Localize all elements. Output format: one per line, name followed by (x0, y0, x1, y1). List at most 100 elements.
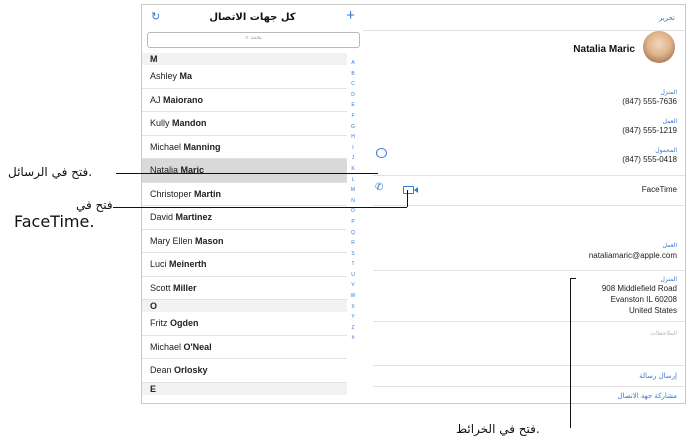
list-item[interactable]: Mary Ellen Mason (142, 230, 347, 253)
video-camera-icon[interactable] (403, 186, 418, 194)
index-letter[interactable]: X (347, 302, 359, 313)
list-item[interactable]: Ashley Ma (142, 65, 347, 89)
message-icon[interactable] (376, 148, 387, 158)
address-line-2[interactable]: Evanston IL 60208 (611, 295, 677, 304)
facetime-label[interactable]: FaceTime (642, 185, 677, 194)
search-input[interactable]: ⌕ بحث (147, 32, 360, 48)
contact-first-name: Ashley (150, 71, 178, 81)
index-letter[interactable]: U (347, 270, 359, 281)
contacts-app-window: ↻ كل جهات الاتصال + ⌕ بحث M Ashley Ma AJ M… (141, 4, 686, 404)
callout-line-messages (116, 173, 378, 174)
email-value[interactable]: nataliamaric@apple.com (589, 251, 677, 260)
index-letter[interactable]: A (347, 58, 359, 69)
search-placeholder: ⌕ بحث (245, 34, 262, 41)
mobile-phone-label: المحمول (655, 147, 677, 154)
index-letter[interactable]: I (347, 143, 359, 154)
list-item[interactable]: Fritz Ogden (142, 312, 347, 336)
contact-first-name: Kully (150, 118, 170, 128)
index-letter[interactable]: # (347, 333, 359, 344)
contact-last-name: Manning (183, 141, 221, 152)
section-index[interactable]: A B C D E F G H I J K L M N O P Q R S T U V W X Y Z # (347, 58, 359, 344)
contact-detail-pane: تحرير Natalia Maric المنزل (847) 555-763… (363, 5, 685, 403)
address-label: المنزل (660, 276, 677, 283)
list-item[interactable]: Christoper Martin (142, 183, 347, 206)
index-letter[interactable]: R (347, 238, 359, 249)
share-contact-button[interactable]: مشاركة جهة الاتصال (617, 392, 677, 400)
work-phone-value[interactable]: (847) 555-1219 (622, 126, 677, 135)
list-item[interactable]: David Martinez (142, 206, 347, 230)
index-letter[interactable]: D (347, 90, 359, 101)
divider (373, 205, 685, 206)
home-phone-value[interactable]: (847) 555-7636 (622, 97, 677, 106)
contact-first-name: Fritz (150, 318, 168, 328)
contacts-list: M Ashley Ma AJ Maiorano Kully Mandon Michael… (142, 53, 347, 395)
divider (363, 30, 685, 31)
callout-facetime-line2: FaceTime. (14, 212, 95, 231)
index-letter[interactable]: W (347, 291, 359, 302)
index-letter[interactable]: V (347, 280, 359, 291)
contact-last-name: Miller (173, 282, 197, 293)
phone-icon[interactable]: ✆ (375, 182, 383, 194)
contact-first-name: Christoper (150, 188, 192, 199)
index-letter[interactable]: P (347, 217, 359, 228)
notes-label[interactable]: الملاحظات (650, 330, 677, 337)
callout-maps: فتح في الخرائط. (456, 422, 540, 436)
contact-last-name: Martinez (175, 212, 213, 222)
list-item[interactable]: Kully Mandon (142, 112, 347, 136)
list-item[interactable]: Michael Manning (142, 136, 347, 159)
contact-last-name: Ogden (170, 318, 199, 328)
index-letter[interactable]: T (347, 259, 359, 270)
index-letter[interactable]: Y (347, 312, 359, 323)
contact-last-name: Meinerth (169, 259, 207, 269)
index-letter[interactable]: J (347, 153, 359, 164)
contact-last-name: Orlosky (174, 365, 208, 375)
contact-first-name: Mary Ellen (150, 235, 193, 246)
add-contact-button[interactable]: + (346, 7, 355, 25)
callout-line-facetime (113, 207, 407, 208)
list-item[interactable]: Michael O'Neal (142, 336, 347, 359)
avatar (643, 31, 675, 63)
contact-last-name: Ma (179, 71, 193, 81)
contact-first-name: AJ (150, 94, 161, 105)
contact-last-name: O'Neal (183, 341, 212, 352)
address-line-1[interactable]: 908 Middlefield Road (602, 284, 677, 293)
index-letter[interactable]: B (347, 69, 359, 80)
index-letter[interactable]: Q (347, 228, 359, 239)
list-item[interactable]: Natalia Maric (142, 159, 347, 183)
divider (373, 321, 685, 322)
list-item[interactable]: Dean Orlosky (142, 359, 347, 383)
divider (373, 386, 685, 387)
contact-first-name: David (150, 212, 174, 222)
contacts-list-pane: ↻ كل جهات الاتصال + ⌕ بحث M Ashley Ma AJ M… (142, 5, 364, 403)
send-message-button[interactable]: إرسال رسالة (639, 372, 677, 380)
list-header: ↻ كل جهات الاتصال + (142, 5, 363, 30)
contact-first-name: Dean (150, 365, 172, 375)
list-item[interactable]: Scott Miller (142, 277, 347, 300)
mobile-phone-value[interactable]: (847) 555-0418 (622, 155, 677, 164)
index-letter[interactable]: G (347, 122, 359, 133)
contact-name: Natalia Maric (573, 44, 635, 55)
index-letter[interactable]: Z (347, 323, 359, 334)
contact-last-name: Mason (195, 235, 224, 246)
callout-line-maps (570, 278, 571, 428)
divider (373, 270, 685, 271)
callout-line-maps-top (570, 278, 576, 279)
contact-first-name: Scott (150, 282, 171, 293)
index-letter[interactable]: L (347, 175, 359, 186)
index-letter[interactable]: S (347, 249, 359, 260)
index-letter[interactable]: N (347, 196, 359, 207)
callout-facetime-line1: فتح في (76, 198, 113, 212)
divider (373, 365, 685, 366)
index-letter[interactable]: E (347, 100, 359, 111)
contact-last-name: Maiorano (163, 94, 204, 105)
edit-button[interactable]: تحرير (659, 14, 675, 22)
index-letter[interactable]: M (347, 185, 359, 196)
contact-last-name: Mandon (172, 118, 207, 128)
list-item[interactable]: AJ Maiorano (142, 89, 347, 112)
list-item[interactable]: Luci Meinerth (142, 253, 347, 277)
index-letter[interactable]: H (347, 132, 359, 143)
address-line-3[interactable]: United States (629, 306, 677, 315)
work-phone-label: العمل (662, 118, 677, 125)
index-letter[interactable]: F (347, 111, 359, 122)
index-letter[interactable]: C (347, 79, 359, 90)
